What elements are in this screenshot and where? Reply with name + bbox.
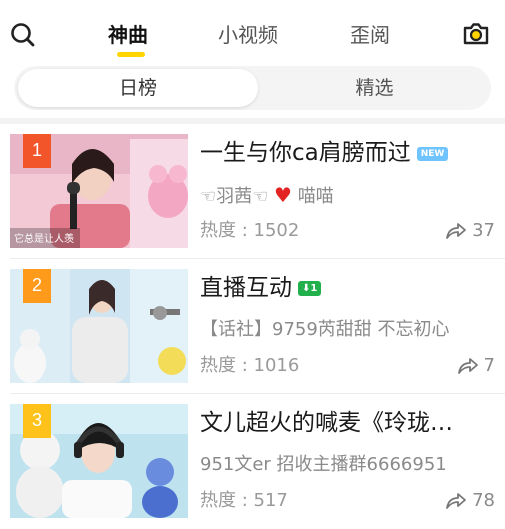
- video-thumbnail[interactable]: 它总是让人羡 1: [10, 134, 188, 248]
- list-item[interactable]: 它总是让人羡 1 一生与你ca肩膀而过 NEW ☜羽茜☜ ♥ 喵喵 热度 : 15…: [0, 124, 505, 259]
- list-item[interactable]: 3 文儿超火的喊麦《玲珑… 951文er 招收主播群6666951 热度 : 5…: [0, 394, 505, 529]
- rank-badge: 1: [23, 134, 51, 168]
- thumbnail-caption: 它总是让人羡: [14, 232, 74, 245]
- segment-featured[interactable]: 精选: [258, 66, 491, 110]
- segment-daily-ranking[interactable]: 日榜: [18, 66, 258, 110]
- share-icon: [446, 223, 466, 239]
- heat-count: 热度 : 1502: [200, 220, 300, 241]
- list-item[interactable]: 2 直播互动 ⬇1 【话社】9759芮甜甜 不忘初心 热度 : 1016 7: [0, 259, 505, 394]
- rank-number: 1: [31, 140, 42, 160]
- video-thumbnail[interactable]: 3: [10, 404, 188, 518]
- share-count: 78: [472, 490, 495, 511]
- share-button[interactable]: 7: [457, 353, 495, 379]
- share-count: 7: [483, 355, 495, 376]
- new-badge: NEW: [416, 146, 449, 161]
- author-name[interactable]: ☜羽茜☜ ♥ 喵喵: [200, 182, 495, 210]
- share-icon: [446, 493, 466, 509]
- video-thumbnail[interactable]: 2: [10, 269, 188, 383]
- author-name-part: 喵喵: [297, 186, 334, 207]
- author-name-part: ☜羽茜☜: [200, 186, 269, 207]
- top-bar: 神曲 小视频 歪阅: [0, 0, 505, 66]
- heat-count: 热度 : 517: [200, 490, 288, 511]
- author-name[interactable]: 951文er 招收主播群6666951: [200, 452, 495, 478]
- active-tab-indicator: [117, 52, 145, 57]
- share-button[interactable]: 37: [446, 218, 495, 244]
- tab-waiyue[interactable]: 歪阅: [350, 18, 390, 52]
- rank-number: 2: [31, 275, 42, 295]
- search-icon[interactable]: [8, 20, 38, 50]
- heart-icon: ♥: [274, 183, 292, 207]
- rank-change-value: 1: [310, 283, 318, 294]
- song-title-text: 直播互动: [200, 275, 292, 301]
- song-title[interactable]: 一生与你ca肩膀而过 NEW: [200, 136, 495, 170]
- rank-badge: 2: [23, 269, 51, 303]
- song-title[interactable]: 直播互动 ⬇1: [200, 271, 495, 305]
- rank-up-badge: ⬇1: [298, 281, 322, 296]
- tab-short-video[interactable]: 小视频: [218, 18, 278, 52]
- camera-icon[interactable]: [461, 18, 491, 48]
- share-count: 37: [472, 220, 495, 241]
- rank-badge: 3: [23, 404, 51, 438]
- rank-number: 3: [31, 410, 42, 430]
- heat-count: 热度 : 1016: [200, 355, 300, 376]
- song-title-text: 一生与你ca肩膀而过: [200, 140, 411, 166]
- author-name[interactable]: 【话社】9759芮甜甜 不忘初心: [200, 317, 495, 343]
- share-button[interactable]: 78: [446, 488, 495, 514]
- ranking-segment-control: 日榜 精选: [14, 66, 491, 110]
- share-icon: [457, 358, 478, 374]
- song-title[interactable]: 文儿超火的喊麦《玲珑…: [200, 406, 495, 440]
- tab-shenqu[interactable]: 神曲: [108, 18, 148, 52]
